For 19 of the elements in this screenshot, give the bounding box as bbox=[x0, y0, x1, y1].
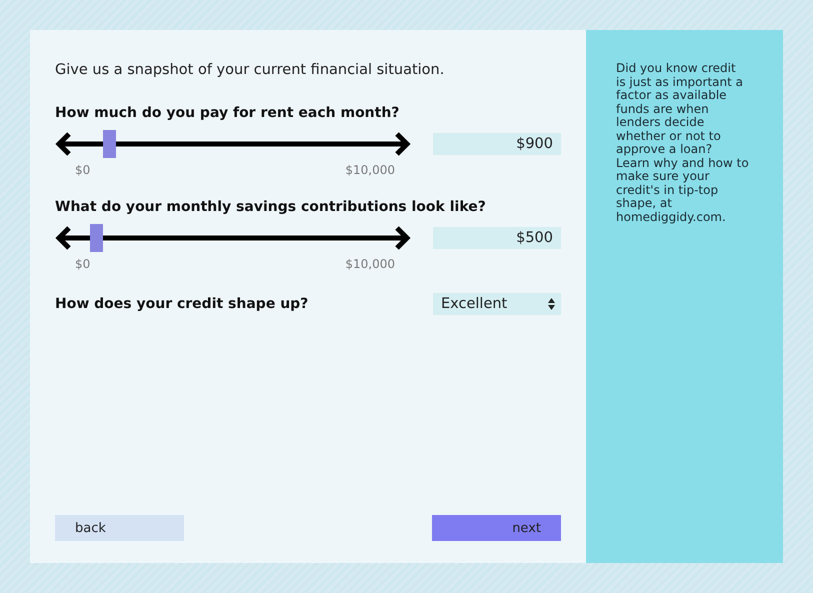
max-label: $10,000 bbox=[345, 257, 395, 271]
min-label: $0 bbox=[75, 257, 90, 271]
max-label: $10,000 bbox=[345, 163, 395, 177]
slider[interactable] bbox=[55, 129, 411, 159]
updown-caret-icon bbox=[548, 298, 555, 310]
question-label: What do your monthly savings contributions look like? bbox=[55, 199, 487, 215]
tip-text: Did you know credit is just as important a factor as available funds are when lenders decide whether or not to approve a loan? Learn why and how to make sure your credit's in tip-top shape, at homediggidy.com. bbox=[616, 62, 749, 224]
question-label: How much do you pay for rent each month? bbox=[55, 105, 400, 121]
value-field[interactable]: $900 bbox=[433, 133, 561, 155]
question-label: How does your credit shape up? bbox=[55, 296, 308, 312]
slider[interactable] bbox=[55, 223, 411, 253]
slider-thumb[interactable] bbox=[102, 130, 116, 158]
value-field[interactable]: $500 bbox=[433, 227, 561, 249]
next-button[interactable]: next bbox=[432, 515, 561, 541]
min-label: $0 bbox=[75, 163, 90, 177]
slider-thumb[interactable] bbox=[90, 224, 104, 252]
intro-text: Give us a snapshot of your current financial situation. bbox=[55, 62, 446, 78]
back-button[interactable]: back bbox=[55, 515, 184, 541]
credit-select[interactable]: Excellent bbox=[433, 293, 561, 315]
